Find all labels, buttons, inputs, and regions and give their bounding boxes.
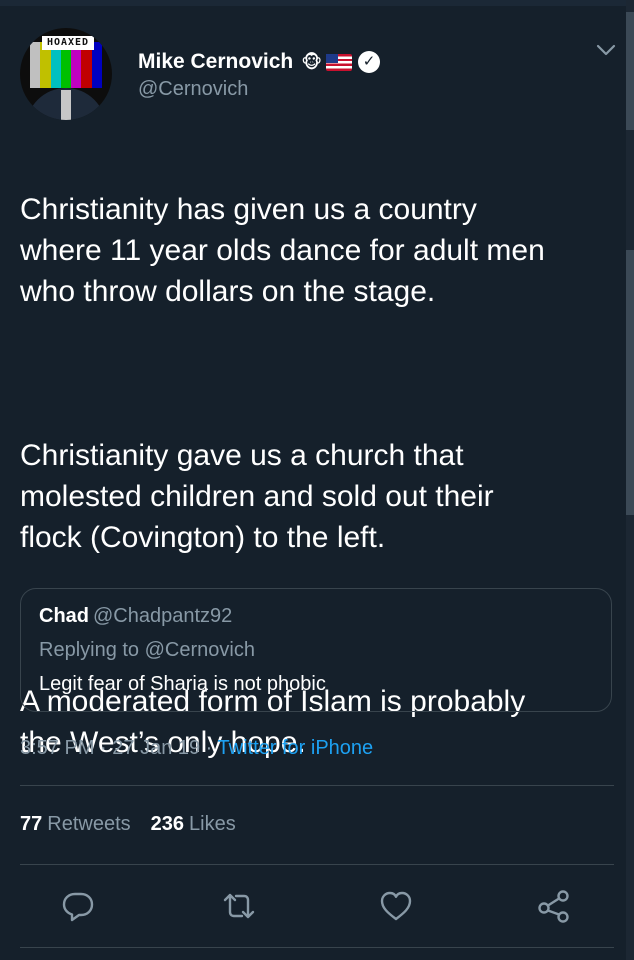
scrollbar[interactable] (626, 0, 634, 960)
tweet-source-link[interactable]: Twitter for iPhone (218, 737, 374, 759)
quoted-replying-to: Replying to @Cernovich (39, 639, 255, 661)
retweets-stat[interactable]: 77 Retweets (20, 813, 151, 835)
likes-count: 236 (150, 813, 184, 835)
top-divider (0, 0, 634, 6)
scrollbar-thumb[interactable] (626, 12, 634, 130)
retweets-label: Retweets (47, 813, 131, 835)
avatar-label: HOAXED (42, 36, 94, 50)
scrollbar-thumb-secondary[interactable] (626, 250, 634, 515)
tweet-paragraph-2: Christianity gave us a church that moles… (20, 439, 494, 554)
share-icon[interactable] (536, 888, 572, 924)
likes-stat[interactable]: 236 Likes (151, 813, 256, 835)
quoted-tweet-header: Chad @Chadpantz92 (39, 605, 232, 628)
divider (20, 947, 614, 948)
heart-icon[interactable] (378, 888, 414, 924)
quoted-tweet-card[interactable]: Chad @Chadpantz92 Replying to @Cernovich … (20, 588, 612, 712)
quoted-author-name: Chad (39, 605, 89, 627)
meta-separator-2: · (200, 737, 218, 759)
author-name-row[interactable]: Mike Cernovich 🐵 ✓ (138, 48, 381, 76)
avatar[interactable]: HOAXED (20, 28, 112, 120)
retweets-count: 77 (20, 813, 43, 835)
tweet-stats: 77 Retweets 236 Likes (20, 813, 256, 836)
us-flag-icon (326, 53, 353, 71)
author-handle[interactable]: @Cernovich (138, 78, 248, 101)
likes-label: Likes (189, 813, 236, 835)
monkey-emoji-icon: 🐵 (301, 52, 323, 72)
tweet-meta: 3:57 PM · 27 Jan 19 · Twitter for iPhone (20, 737, 373, 760)
quoted-author-handle: @Chadpantz92 (93, 605, 233, 627)
avatar-tie (61, 90, 71, 120)
tweet-header: HOAXED Mike Cernovich 🐵 ✓ @Cernovich (20, 28, 620, 128)
divider (20, 785, 614, 786)
divider (20, 864, 614, 865)
tweet-actions-bar (0, 884, 634, 932)
tweet-detail-screen: HOAXED Mike Cernovich 🐵 ✓ @Cernovich Chr… (0, 0, 634, 960)
tweet-date: 27 Jan 19 (112, 737, 201, 759)
retweet-icon[interactable] (221, 888, 257, 924)
reply-icon[interactable] (60, 888, 96, 924)
chevron-down-icon[interactable] (594, 38, 618, 62)
author-display-name[interactable]: Mike Cernovich (138, 50, 293, 74)
quoted-tweet-text: Legit fear of Sharia is not phobic (39, 673, 326, 695)
tweet-time: 3:57 PM (20, 737, 95, 759)
meta-separator: · (94, 737, 113, 759)
tweet-paragraph-1: Christianity has given us a country wher… (20, 193, 545, 308)
verified-badge-icon: ✓ (358, 51, 381, 73)
